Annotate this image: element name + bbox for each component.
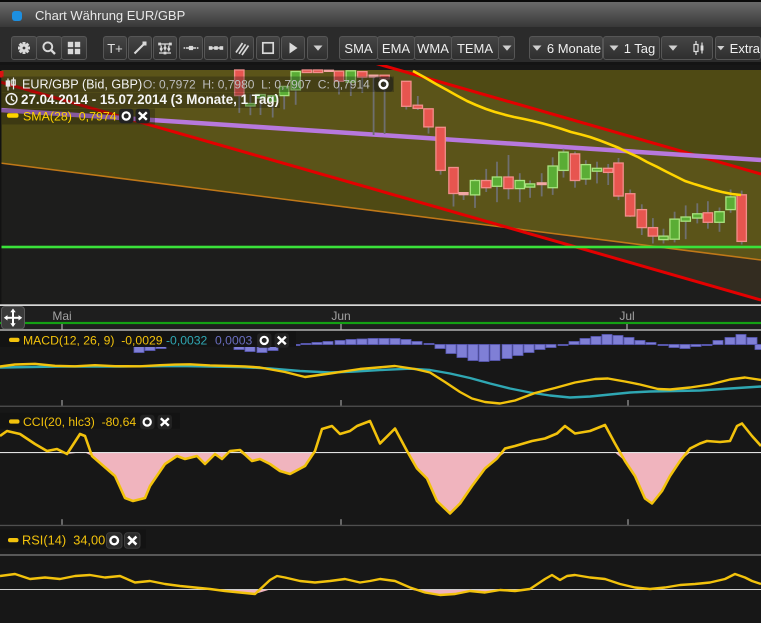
svg-text:MACD(12, 26, 9) -0,0029: MACD(12, 26, 9) -0,0029 <box>23 334 163 348</box>
svg-text:EUR/GBP (Bid, GBP): EUR/GBP (Bid, GBP) <box>22 78 142 92</box>
svg-text:RSI(14) 34,00: RSI(14) 34,00 <box>22 533 105 548</box>
svg-text:Jun: Jun <box>331 309 350 323</box>
svg-text:-0,0032: -0,0032 <box>166 334 208 348</box>
svg-text:SMA(28) 0,7974: SMA(28) 0,7974 <box>23 110 117 124</box>
svg-text:Mai: Mai <box>52 309 71 323</box>
svg-text:0,0003: 0,0003 <box>215 334 252 348</box>
svg-text:Jul: Jul <box>619 309 634 323</box>
svg-text:O: 0,7972 H: 0,7980 L: 0,790: O: 0,7972 H: 0,7980 L: 0,7907 C: 0,7914 <box>143 78 370 92</box>
svg-text:CCI(20, hlc3) -80,64: CCI(20, hlc3) -80,64 <box>23 415 136 429</box>
svg-text:27.04.2014 - 15.07.2014 (3 Mon: 27.04.2014 - 15.07.2014 (3 Monate, 1 Tag… <box>21 92 279 107</box>
